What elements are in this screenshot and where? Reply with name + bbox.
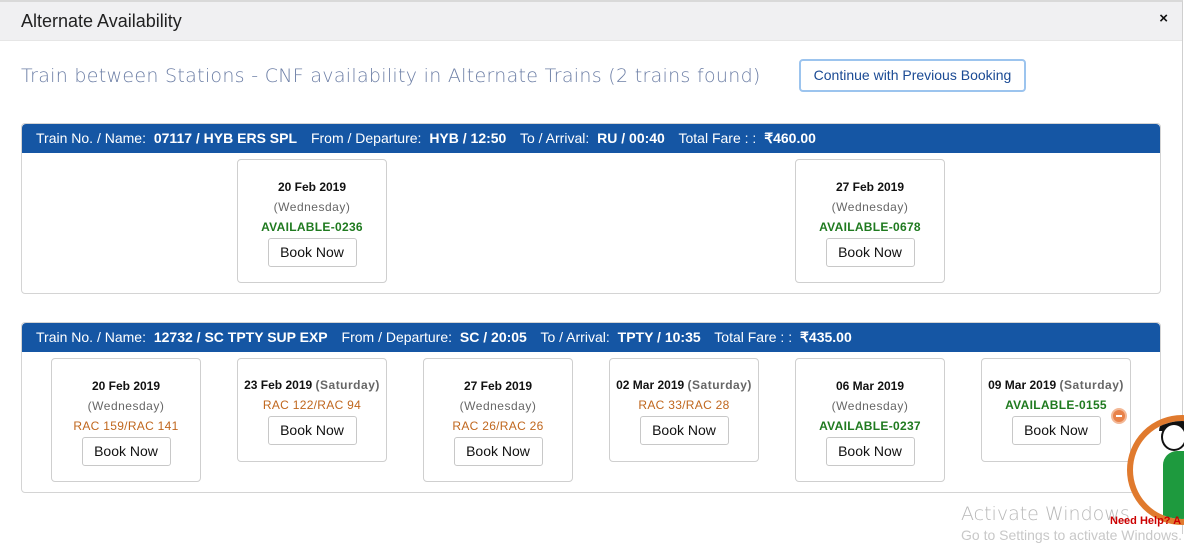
date-card: 06 Mar 2019 (Wednesday) AVAILABLE-0237 B…: [795, 358, 945, 482]
book-now-button[interactable]: Book Now: [453, 437, 543, 466]
card-status: RAC 33/RAC 28: [638, 398, 730, 412]
book-now-button[interactable]: Book Now: [81, 437, 171, 466]
activate-windows-subtext: Go to Settings to activate Windows.: [961, 527, 1182, 543]
card-status: RAC 159/RAC 141: [73, 419, 179, 433]
modal-header: Alternate Availability ×: [0, 2, 1182, 41]
date-card: 27 Feb 2019 (Wednesday) RAC 26/RAC 26 Bo…: [423, 358, 573, 482]
fare-label: Total Fare : :: [678, 130, 757, 146]
activate-windows-watermark: Activate Windows: [961, 503, 1130, 525]
card-date: 23 Feb 2019 (Saturday): [238, 378, 386, 392]
date-card: 23 Feb 2019 (Saturday) RAC 122/RAC 94 Bo…: [237, 358, 387, 462]
modal-subtitle: Train between Stations - CNF availabilit…: [21, 65, 761, 87]
alternate-availability-modal: Alternate Availability × Train between S…: [0, 0, 1183, 534]
book-now-button[interactable]: Book Now: [825, 437, 915, 466]
fare-value: ₹435.00: [800, 329, 852, 345]
book-now-button[interactable]: Book Now: [267, 238, 357, 267]
date-card: 27 Feb 2019 (Wednesday) AVAILABLE-0678 B…: [795, 159, 945, 283]
card-day: (Wednesday): [459, 399, 537, 413]
card-day: (Wednesday): [87, 399, 165, 413]
date-card: 09 Mar 2019 (Saturday) AVAILABLE-0155 Bo…: [981, 358, 1131, 462]
departure-label: From / Departure:: [310, 130, 422, 146]
close-icon[interactable]: ×: [1159, 10, 1168, 27]
book-now-button[interactable]: Book Now: [825, 238, 915, 267]
card-date: 20 Feb 2019: [91, 379, 161, 393]
card-date: 06 Mar 2019: [835, 379, 905, 393]
arrival-label: To / Arrival:: [520, 130, 590, 146]
card-date: 20 Feb 2019: [277, 180, 347, 194]
modal-title: Alternate Availability: [21, 11, 182, 31]
date-card: 20 Feb 2019 (Wednesday) AVAILABLE-0236 B…: [237, 159, 387, 283]
departure-value: SC / 20:05: [459, 329, 527, 345]
date-card: 20 Feb 2019 (Wednesday) RAC 159/RAC 141 …: [51, 358, 201, 482]
book-now-button[interactable]: Book Now: [267, 416, 357, 445]
card-date-text: 02 Mar 2019: [616, 378, 685, 392]
fare-label: Total Fare : :: [714, 329, 793, 345]
date-card: 02 Mar 2019 (Saturday) RAC 33/RAC 28 Boo…: [609, 358, 759, 462]
avatar-body: [1163, 451, 1184, 519]
train-number-name: 12732 / SC TPTY SUP EXP: [153, 329, 328, 345]
card-day: (Saturday): [1059, 378, 1124, 392]
arrival-value: TPTY / 10:35: [617, 329, 701, 345]
train-panel: Train No. / Name: 07117 / HYB ERS SPL Fr…: [21, 123, 1161, 294]
book-now-button[interactable]: Book Now: [639, 416, 729, 445]
avatar-head: [1161, 423, 1184, 451]
arrival-label: To / Arrival:: [540, 329, 610, 345]
departure-label: From / Departure:: [341, 329, 453, 345]
minimize-help-icon[interactable]: [1111, 408, 1127, 424]
fare-value: ₹460.00: [764, 130, 816, 146]
card-date-text: 23 Feb 2019: [244, 378, 313, 392]
train-number-name: 07117 / HYB ERS SPL: [153, 130, 298, 146]
card-day: (Wednesday): [273, 200, 351, 214]
continue-previous-booking-button[interactable]: Continue with Previous Booking: [799, 59, 1026, 92]
card-status: AVAILABLE-0237: [819, 419, 921, 433]
card-day: (Wednesday): [831, 200, 909, 214]
card-date: 02 Mar 2019 (Saturday): [610, 378, 758, 392]
card-day: (Saturday): [315, 378, 380, 392]
card-date: 09 Mar 2019 (Saturday): [982, 378, 1130, 392]
card-status: RAC 122/RAC 94: [262, 398, 362, 412]
card-date-text: 09 Mar 2019: [988, 378, 1057, 392]
departure-value: HYB / 12:50: [429, 130, 507, 146]
train-no-label: Train No. / Name:: [36, 130, 146, 146]
card-date: 27 Feb 2019: [835, 180, 905, 194]
train-panel: Train No. / Name: 12732 / SC TPTY SUP EX…: [21, 322, 1161, 493]
train-header: Train No. / Name: 07117 / HYB ERS SPL Fr…: [22, 124, 1160, 153]
train-no-label: Train No. / Name:: [36, 329, 146, 345]
card-day: (Wednesday): [831, 399, 909, 413]
card-status: RAC 26/RAC 26: [452, 419, 544, 433]
card-status: AVAILABLE-0236: [261, 220, 363, 234]
need-help-link[interactable]: Need Help? A: [1110, 515, 1181, 527]
card-status: AVAILABLE-0155: [1005, 398, 1107, 412]
book-now-button[interactable]: Book Now: [1011, 416, 1101, 445]
arrival-value: RU / 00:40: [597, 130, 665, 146]
train-header: Train No. / Name: 12732 / SC TPTY SUP EX…: [22, 323, 1160, 352]
card-date: 27 Feb 2019: [463, 379, 533, 393]
card-status: AVAILABLE-0678: [819, 220, 921, 234]
card-day: (Saturday): [687, 378, 752, 392]
